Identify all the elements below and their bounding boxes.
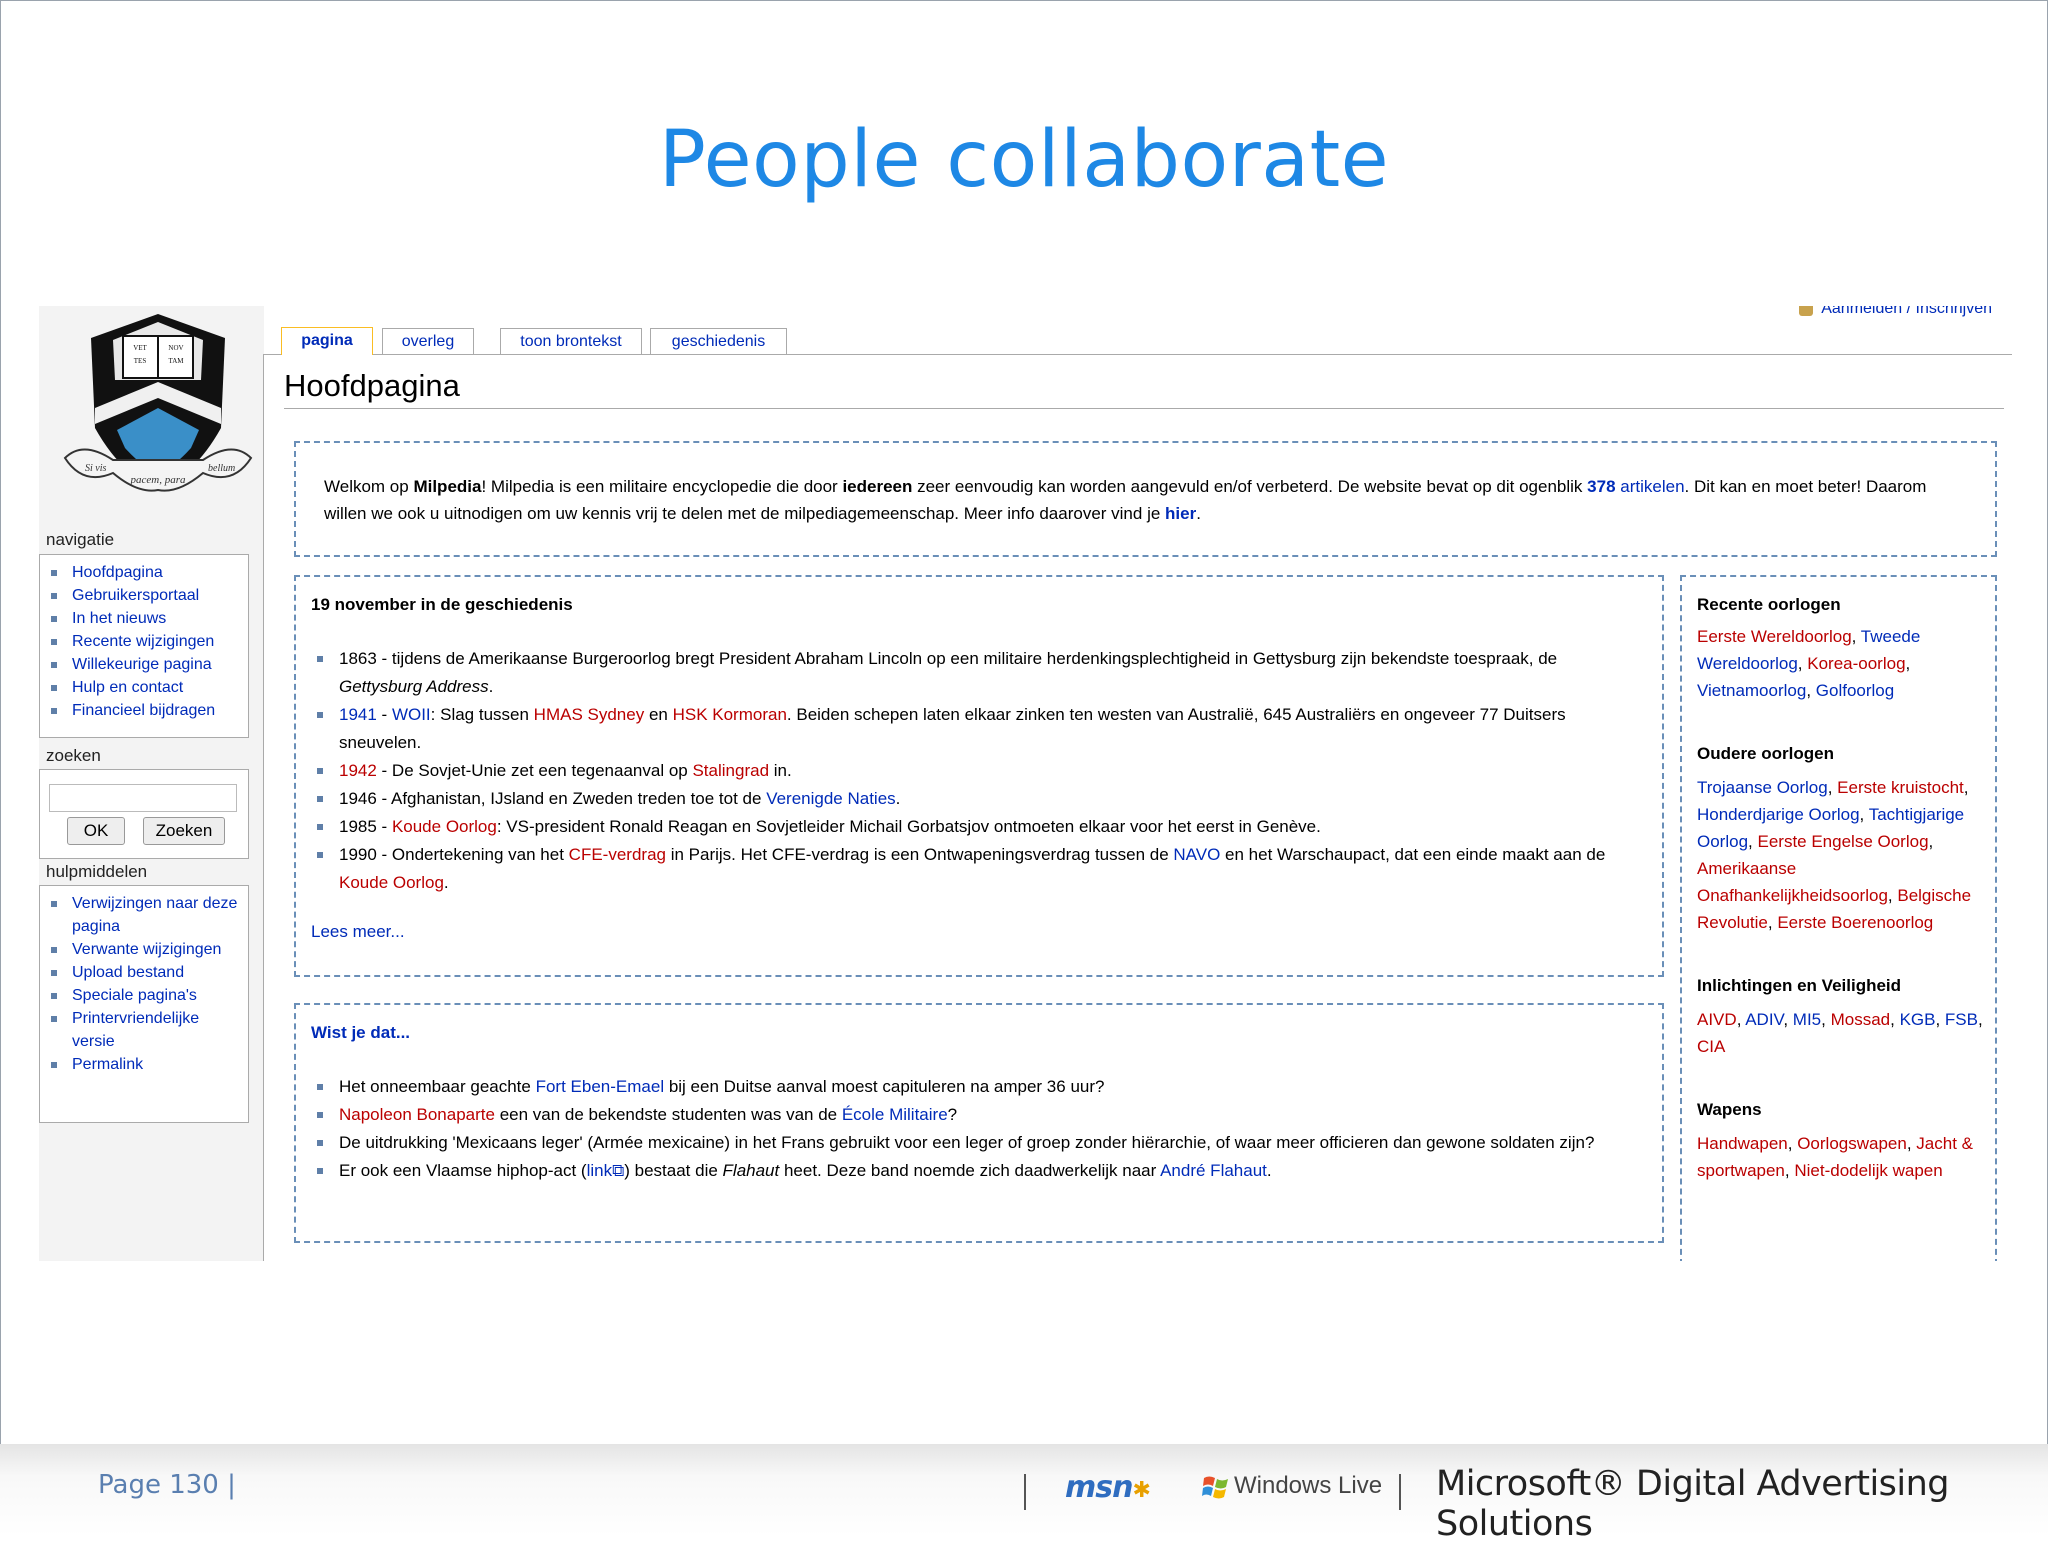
shield-logo-icon: VET NOV TES TAM Si vis pacem, para bellu… <box>63 314 253 492</box>
tab-toon-brontekst[interactable]: toon brontekst <box>500 328 642 354</box>
dyk-item: Er ook een Vlaamse hiphop-act (link⧉) be… <box>311 1157 1642 1185</box>
article-count: 378 <box>1587 477 1616 496</box>
windows-live-logo: Windows Live <box>1202 1472 1382 1500</box>
butterfly-icon: ✱ <box>1132 1478 1150 1503</box>
tool-item-upload-bestand[interactable]: Upload bestand <box>40 961 244 984</box>
dyk-item: Het onneembaar geachte Fort Eben-Emael b… <box>311 1073 1642 1101</box>
search-portlet: OK Zoeken <box>39 769 249 859</box>
articles-link[interactable]: artikelen <box>1620 477 1684 496</box>
login-label: Aanmelden / Inschrijven <box>1821 306 1992 317</box>
sidebar-item-recente-wijzigingen[interactable]: Recente wijzigingen <box>40 630 244 653</box>
sidebar-item-willekeurige-pagina[interactable]: Willekeurige pagina <box>40 653 244 676</box>
svg-text:TAM: TAM <box>169 357 185 365</box>
search-button[interactable]: Zoeken <box>143 817 225 845</box>
did-you-know-box: Wist je dat... Het onneembaar geachte Fo… <box>294 1003 1664 1243</box>
did-you-know-heading[interactable]: Wist je dat... <box>311 1023 1642 1043</box>
recent-wars-heading: Recente oorlogen <box>1697 595 1841 614</box>
dyk-item: De uitdrukking 'Mexicaans leger' (Armée … <box>311 1129 1642 1157</box>
sidebar-item-hulp-en-contact[interactable]: Hulp en contact <box>40 676 244 699</box>
motto-left: Si vis <box>85 463 106 474</box>
wiki-screenshot: VET NOV TES TAM Si vis pacem, para bellu… <box>39 306 2012 1261</box>
footer-divider-2 <box>1399 1474 1401 1510</box>
sidebar-item-hoofdpagina[interactable]: Hoofdpagina <box>40 561 244 584</box>
footer-divider <box>1024 1474 1026 1510</box>
search-input[interactable] <box>49 784 237 812</box>
intelligence-links: AIVD, ADIV, MI5, Mossad, KGB, FSB, CIA <box>1697 1010 1983 1056</box>
wars-box: Recente oorlogen Eerste Wereldoorlog, Tw… <box>1680 575 1997 1261</box>
sidebar-item-in-het-nieuws[interactable]: In het nieuws <box>40 607 244 630</box>
history-item: 1863 - tijdens de Amerikaanse Burgeroorl… <box>311 645 1642 701</box>
user-icon <box>1799 306 1814 316</box>
history-box: 19 november in de geschiedenis 1863 - ti… <box>294 575 1664 977</box>
history-item: 1990 - Ondertekening van het CFE-verdrag… <box>311 841 1642 897</box>
tool-item-verwante-wijzigingen[interactable]: Verwante wijzigingen <box>40 938 244 961</box>
recent-wars-links: Eerste Wereldoorlog, Tweede Wereldoorlog… <box>1697 627 1921 700</box>
read-more-link[interactable]: Lees meer... <box>311 922 1642 942</box>
page-title: Hoofdpagina <box>284 368 460 403</box>
login-link[interactable]: Aanmelden / Inschrijven <box>1799 306 1992 318</box>
title-divider <box>284 408 2004 409</box>
search-heading: zoeken <box>46 746 101 765</box>
tool-item-verwijzingen[interactable]: Verwijzingen naar deze pagina <box>40 892 244 938</box>
tab-geschiedenis[interactable]: geschiedenis <box>650 328 787 354</box>
tool-item-speciale-paginas[interactable]: Speciale pagina's <box>40 984 244 1007</box>
svg-text:TES: TES <box>134 357 147 365</box>
history-item: 1946 - Afghanistan, IJsland en Zweden tr… <box>311 785 1642 813</box>
welcome-box: Welkom op Milpedia! Milpedia is een mili… <box>294 441 1997 557</box>
page-number: Page 130 | <box>98 1470 236 1500</box>
weapons-links: Handwapen, Oorlogswapen, Jacht & sportwa… <box>1697 1134 1973 1180</box>
tab-pagina[interactable]: pagina <box>281 327 373 355</box>
older-wars-heading: Oudere oorlogen <box>1697 744 1834 763</box>
tool-item-printervriendelijke-versie[interactable]: Printervriendelijke versie <box>40 1007 244 1053</box>
intelligence-heading: Inlichtingen en Veiligheid <box>1697 976 1902 995</box>
sidebar-item-gebruikersportaal[interactable]: Gebruikersportaal <box>40 584 244 607</box>
history-item: 1941 - WOII: Slag tussen HMAS Sydney en … <box>311 701 1642 757</box>
here-link[interactable]: hier <box>1165 504 1196 523</box>
nav-heading: navigatie <box>46 530 115 549</box>
motto-center: pacem, para <box>130 474 186 486</box>
history-list: 1863 - tijdens de Amerikaanse Burgeroorl… <box>311 645 1642 897</box>
svg-text:VET: VET <box>133 344 147 352</box>
history-item: 1942 - De Sovjet-Unie zet een tegenaanva… <box>311 757 1642 785</box>
sidebar-item-financieel-bijdragen[interactable]: Financieel bijdragen <box>40 699 244 722</box>
tools-portlet: Verwijzingen naar deze pagina Verwante w… <box>39 885 249 1123</box>
tools-heading: hulpmiddelen <box>46 862 148 881</box>
slide-title: People collaborate <box>658 115 1390 205</box>
content-left-border <box>263 354 264 1261</box>
windows-flag-icon <box>1202 1476 1228 1499</box>
history-heading: 19 november in de geschiedenis <box>311 595 573 614</box>
msn-logo: msn✱ <box>1065 1470 1151 1505</box>
microsoft-logo: Microsoft® Digital Advertising Solutions <box>1436 1464 1950 1544</box>
nav-portlet: Hoofdpagina Gebruikersportaal In het nie… <box>39 554 249 738</box>
history-item: 1985 - Koude Oorlog: VS-president Ronald… <box>311 813 1642 841</box>
did-you-know-list: Het onneembaar geachte Fort Eben-Emael b… <box>311 1073 1642 1185</box>
welcome-text: Welkom op Milpedia! Milpedia is een mili… <box>324 477 1927 523</box>
older-wars-links: Trojaanse Oorlog, Eerste kruistocht, Hon… <box>1697 778 1972 932</box>
ok-button[interactable]: OK <box>67 817 125 845</box>
sidebar: VET NOV TES TAM Si vis pacem, para bellu… <box>39 306 264 1261</box>
weapons-heading: Wapens <box>1697 1100 1762 1119</box>
motto-right: bellum <box>208 463 235 474</box>
external-link-icon: ⧉ <box>612 1161 625 1180</box>
tool-item-permalink[interactable]: Permalink <box>40 1053 244 1076</box>
tab-overleg[interactable]: overleg <box>382 328 474 354</box>
svg-text:NOV: NOV <box>168 344 183 352</box>
dyk-item: Napoleon Bonaparte een van de bekendste … <box>311 1101 1642 1129</box>
